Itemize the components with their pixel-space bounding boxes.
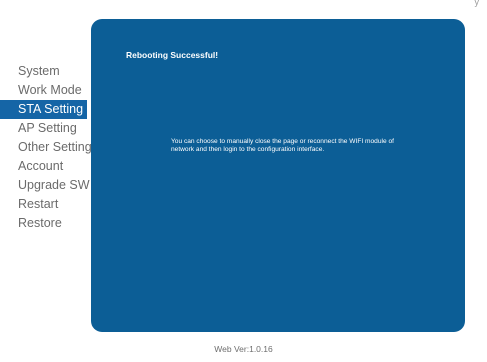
sidebar-item-other-setting[interactable]: Other Setting: [0, 138, 92, 157]
web-version-footer: Web Ver:1.0.16: [214, 344, 273, 354]
sidebar-item-sta-setting[interactable]: STA Setting: [0, 100, 87, 119]
sidebar-item-restart[interactable]: Restart: [0, 195, 87, 214]
sidebar-item-account[interactable]: Account: [0, 157, 87, 176]
sidebar-item-restore[interactable]: Restore: [0, 214, 87, 233]
reboot-instructions-text: You can choose to manually close the pag…: [171, 138, 394, 154]
sidebar-item-work-mode[interactable]: Work Mode: [0, 81, 87, 100]
top-clipped-area: y: [0, 0, 487, 8]
sidebar-item-system[interactable]: System: [0, 62, 87, 81]
sidebar-nav: System Work Mode STA Setting AP Setting …: [0, 62, 92, 233]
reboot-status-panel: Rebooting Successful! You can choose to …: [91, 19, 465, 332]
sidebar-item-upgrade-sw[interactable]: Upgrade SW: [0, 176, 90, 195]
reboot-success-title: Rebooting Successful!: [126, 50, 219, 60]
clipped-header-text: y: [474, 0, 480, 7]
sidebar-item-ap-setting[interactable]: AP Setting: [0, 119, 87, 138]
